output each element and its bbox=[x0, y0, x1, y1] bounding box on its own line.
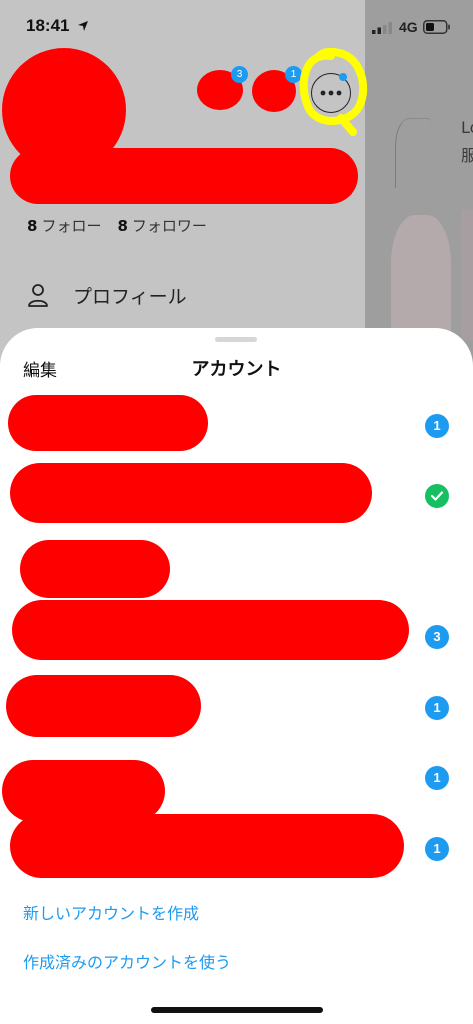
account-switcher-sheet: 編集 アカウント 1 3 1 1 1 新しいアカウントを作成 作成済みのアカウン… bbox=[0, 328, 473, 1024]
following-count: 8 bbox=[27, 217, 38, 235]
sheet-grabber[interactable] bbox=[215, 337, 257, 342]
home-indicator[interactable] bbox=[151, 1007, 323, 1013]
peek-text-2: 服 bbox=[461, 146, 473, 165]
follow-stats: 8 フォロー 8 フォロワー bbox=[27, 215, 207, 236]
network-type: 4G bbox=[399, 19, 418, 35]
peek-image bbox=[391, 215, 451, 335]
signal-icon bbox=[372, 22, 392, 34]
status-time: 18:41 bbox=[26, 16, 70, 35]
following-label[interactable]: フォロー bbox=[41, 217, 101, 235]
account-badge: 3 bbox=[231, 66, 248, 83]
active-account-check bbox=[425, 484, 449, 508]
account-name-redaction bbox=[12, 600, 409, 660]
account-row[interactable]: 1 bbox=[0, 740, 473, 822]
unread-badge: 1 bbox=[425, 766, 449, 790]
highlight-annotation bbox=[299, 47, 367, 136]
account-name-redaction bbox=[10, 814, 404, 878]
create-account-link[interactable]: 新しいアカウントを作成 bbox=[23, 900, 199, 924]
peek-text-1: Lo bbox=[461, 118, 473, 137]
account-row[interactable] bbox=[0, 530, 473, 600]
person-icon bbox=[28, 284, 48, 307]
drawer-item-profile[interactable]: プロフィール bbox=[27, 280, 187, 310]
unread-badge: 3 bbox=[425, 625, 449, 649]
account-row[interactable]: 1 bbox=[0, 810, 473, 880]
location-arrow-icon bbox=[78, 21, 88, 31]
account-row[interactable] bbox=[0, 460, 473, 530]
use-existing-account-link[interactable]: 作成済みのアカウントを使う bbox=[23, 949, 231, 973]
account-row[interactable]: 1 bbox=[0, 670, 473, 740]
account-name-redaction bbox=[6, 675, 201, 737]
account-name-redaction bbox=[20, 540, 170, 598]
battery-icon bbox=[423, 20, 450, 34]
sheet-title: アカウント bbox=[191, 359, 282, 380]
checkmark-icon bbox=[430, 491, 444, 501]
account-row[interactable]: 1 bbox=[0, 390, 473, 460]
account-row[interactable]: 3 bbox=[0, 600, 473, 670]
account-name-redaction bbox=[8, 395, 208, 451]
peek-image-edge bbox=[461, 210, 473, 340]
drawer-item-label: プロフィール bbox=[73, 285, 187, 308]
peek-illustration bbox=[395, 118, 431, 188]
unread-badge: 1 bbox=[425, 696, 449, 720]
followers-count: 8 bbox=[117, 217, 128, 235]
display-name-redaction bbox=[10, 148, 358, 204]
followers-label[interactable]: フォロワー bbox=[132, 217, 207, 235]
unread-badge: 1 bbox=[425, 837, 449, 861]
account-name-redaction bbox=[10, 463, 372, 523]
unread-badge: 1 bbox=[425, 414, 449, 438]
